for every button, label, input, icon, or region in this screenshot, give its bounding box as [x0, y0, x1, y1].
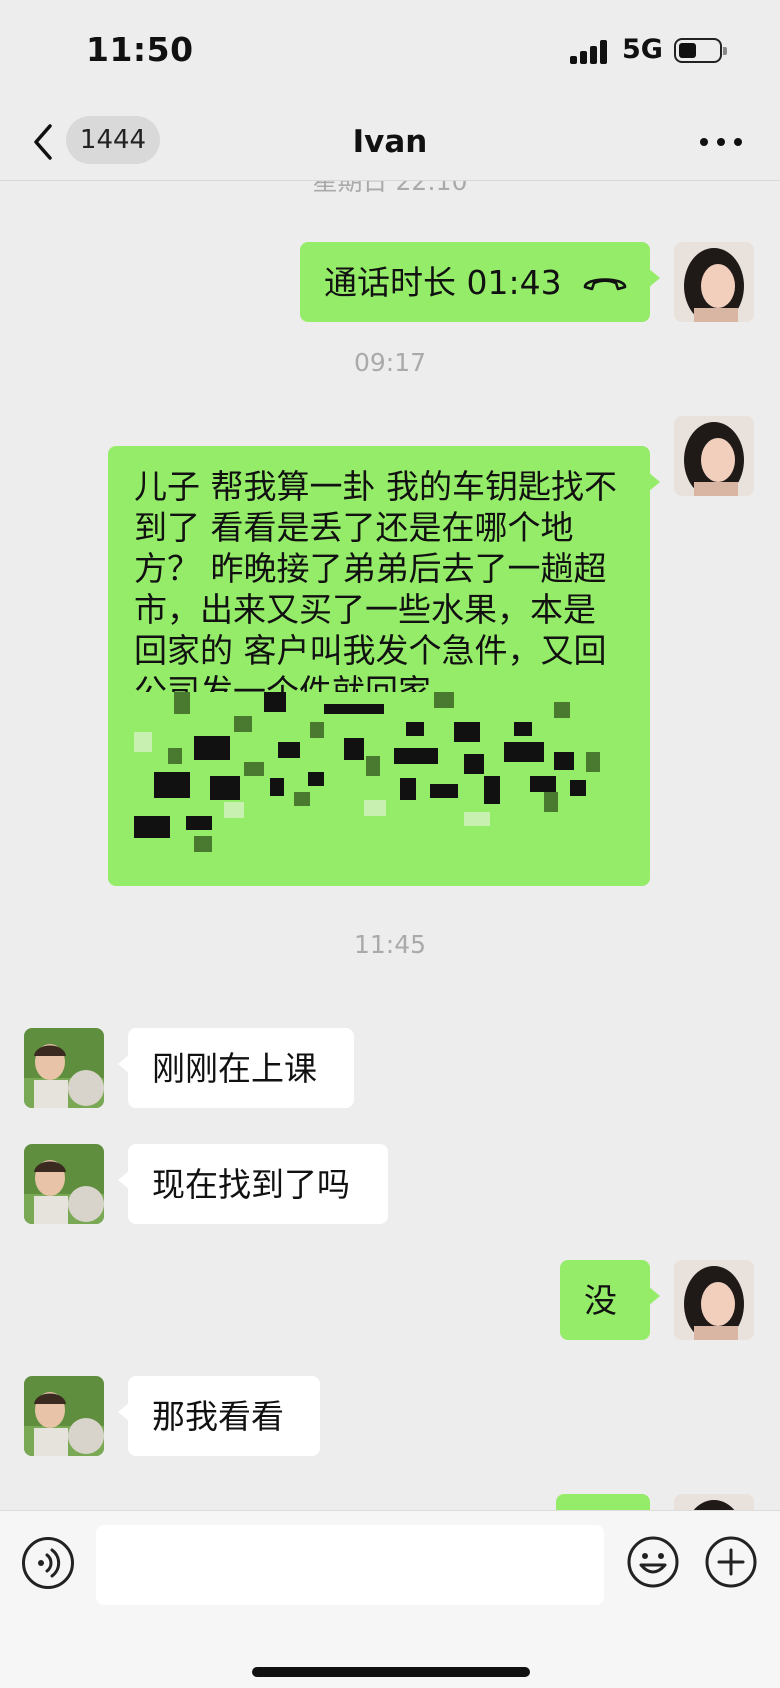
long-message-bubble[interactable]: 儿子 帮我算一卦 我的车钥匙找不到了 看看是丢了还是在哪个地方？ 昨晚接了弟弟后… — [108, 446, 660, 886]
emoji-icon[interactable] — [626, 1535, 680, 1589]
pixelated-redaction — [134, 692, 604, 862]
timestamp-1: 09:17 — [353, 348, 427, 377]
call-record-bubble[interactable]: 通话时长 01:43 — [300, 242, 660, 322]
contact-avatar[interactable] — [24, 1144, 104, 1224]
phone-hangup-icon — [583, 278, 627, 291]
outgoing-message-text: 没 — [584, 1281, 617, 1320]
my-avatar[interactable] — [674, 1494, 754, 1510]
plus-circle-icon[interactable] — [704, 1535, 758, 1589]
more-dots-icon[interactable] — [698, 126, 744, 158]
incoming-message-text: 那我看看 — [152, 1397, 284, 1436]
incoming-message-text: 刚刚在上课 — [152, 1049, 317, 1088]
voice-input-icon[interactable] — [22, 1537, 74, 1589]
outgoing-message-bubble[interactable]: 没 — [560, 1260, 660, 1340]
contact-avatar[interactable] — [24, 1028, 104, 1108]
chevron-left-icon[interactable] — [30, 120, 60, 164]
contact-avatar[interactable] — [24, 1376, 104, 1456]
incoming-message-bubble[interactable]: 刚刚在上课 — [118, 1028, 354, 1108]
nav-bar: 1444 Ivan — [0, 104, 780, 181]
timestamp-2: 11:45 — [353, 930, 427, 959]
battery-icon — [674, 38, 727, 63]
signal-icon — [570, 40, 610, 64]
chat-screen: 11:50 5G 1444 Ivan 星期日 22:10 通话时长 01:43 — [0, 0, 780, 1688]
status-bar: 11:50 5G — [0, 0, 780, 104]
message-input[interactable] — [96, 1525, 604, 1605]
chat-title: Ivan — [352, 124, 428, 160]
status-time: 11:50 — [86, 30, 194, 69]
message-list[interactable]: 星期日 22:10 通话时长 01:43 09:17 儿子 帮我算一卦 我的车钥… — [0, 180, 780, 1510]
incoming-message-text: 现在找到了吗 — [152, 1165, 350, 1204]
my-avatar[interactable] — [674, 1260, 754, 1340]
my-avatar[interactable] — [674, 416, 754, 496]
incoming-message-bubble[interactable]: 现在找到了吗 — [118, 1144, 388, 1224]
my-avatar[interactable] — [674, 242, 754, 322]
input-bar — [0, 1510, 780, 1688]
home-indicator[interactable] — [252, 1667, 530, 1677]
long-message-text: 儿子 帮我算一卦 我的车钥匙找不到了 看看是丢了还是在哪个地方？ 昨晚接了弟弟后… — [134, 467, 617, 711]
incoming-message-bubble[interactable]: 那我看看 — [118, 1376, 320, 1456]
unread-count-badge[interactable]: 1444 — [66, 116, 160, 164]
outgoing-message-bubble-partial[interactable] — [556, 1494, 650, 1510]
call-duration-text: 通话时长 01:43 — [324, 263, 562, 302]
timestamp-partial: 星期日 22:10 — [312, 180, 468, 196]
network-type: 5G — [622, 34, 663, 65]
